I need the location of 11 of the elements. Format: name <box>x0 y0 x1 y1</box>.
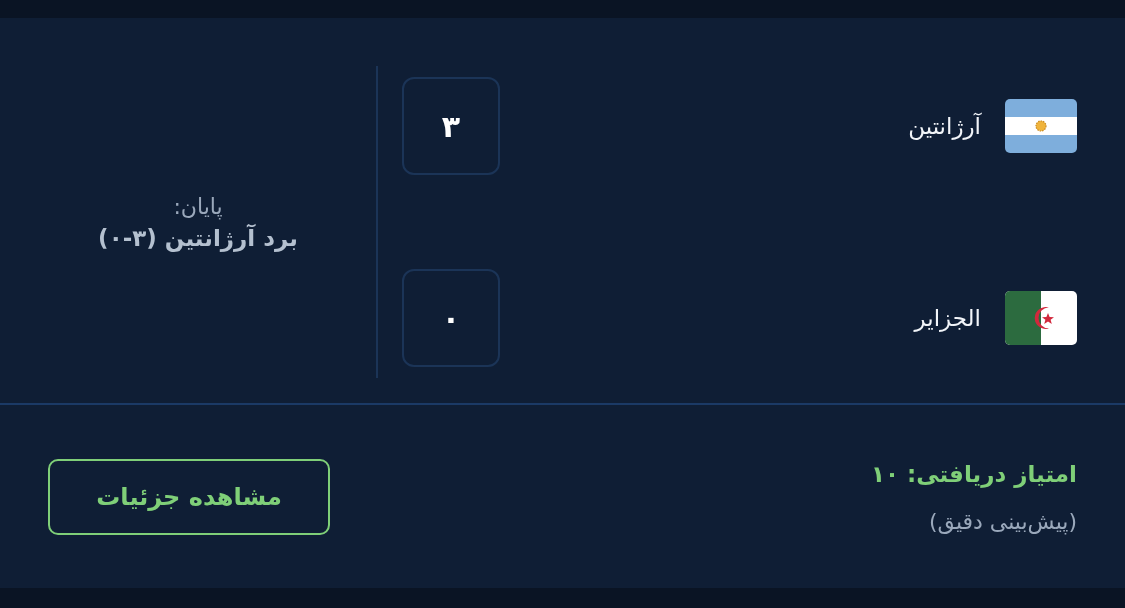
match-result-text: برد آرژانتین (۳-۰) <box>98 224 298 251</box>
points-earned-text: امتیاز دریافتی: ۱۰ <box>870 461 1077 487</box>
team-score: ۰ <box>402 269 500 367</box>
match-status-label: پایان: <box>173 193 223 219</box>
crescent-flag-icon <box>1005 291 1077 345</box>
team-name: آرژانتین <box>908 113 981 139</box>
team-name: الجزایر <box>914 305 981 331</box>
team-score: ۳ <box>402 77 500 175</box>
view-details-button[interactable]: مشاهده جزئیات <box>48 458 330 535</box>
prediction-note: (پیش‌بینی دقیق) <box>928 509 1077 534</box>
striped-flag-icon <box>1005 99 1077 153</box>
